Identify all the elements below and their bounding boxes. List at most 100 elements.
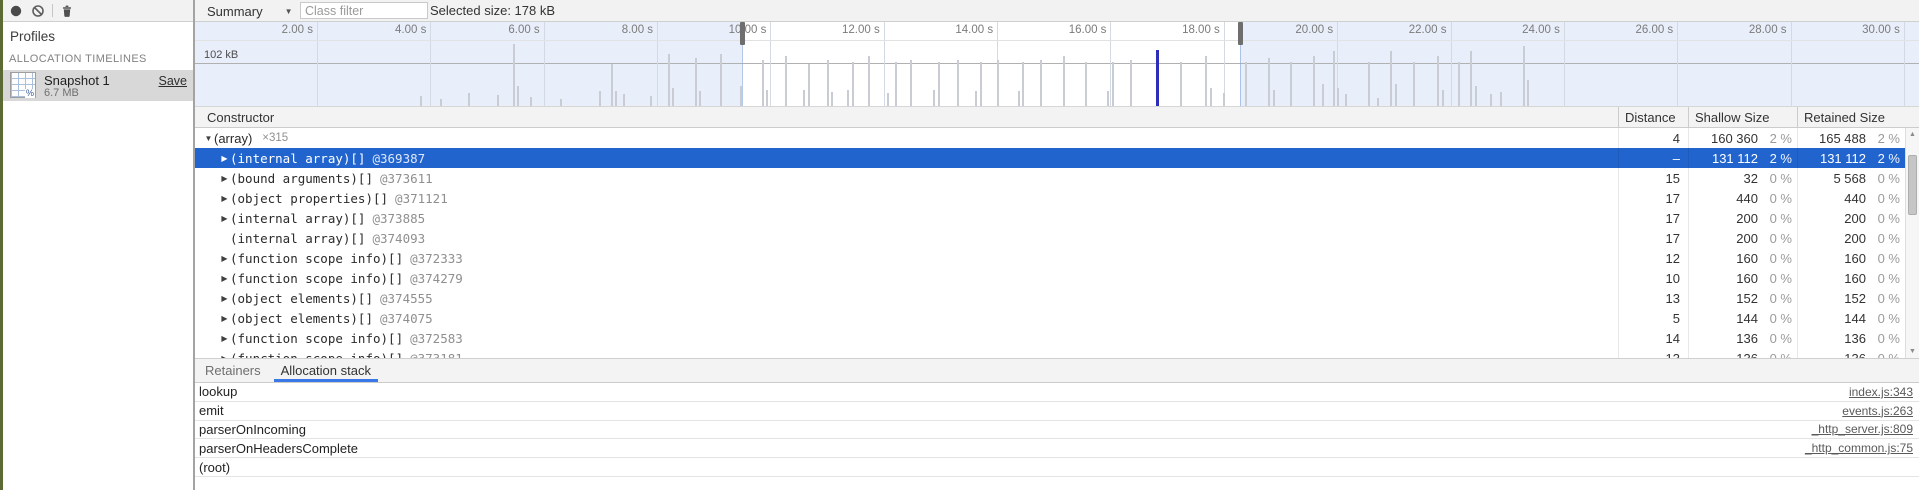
- selection-handle-line: [1240, 40, 1241, 106]
- toolbar-separator: [52, 4, 53, 17]
- table-row[interactable]: ▼(array)×3154160 3602 %165 4882 %: [195, 128, 1919, 148]
- tab-allocation-stack[interactable]: Allocation stack: [271, 359, 381, 382]
- source-link[interactable]: index.js:343: [1849, 385, 1913, 399]
- allocation-bar: [1523, 46, 1525, 106]
- timeline-gridline: [317, 22, 318, 106]
- shallow-size-value: 32: [1689, 171, 1758, 186]
- table-row[interactable]: (internal array)[]@374093172000 %2000 %: [195, 228, 1919, 248]
- expander-icon[interactable]: ▶: [219, 214, 230, 223]
- table-row[interactable]: ▶(object properties)[]@371121174400 %440…: [195, 188, 1919, 208]
- allocation-bar: [699, 91, 701, 106]
- retained-size-value: 440: [1798, 191, 1866, 206]
- shallow-size-percent: 0 %: [1758, 251, 1792, 266]
- scroll-down-icon[interactable]: ▼: [1906, 348, 1919, 355]
- chevron-down-icon: ▼: [285, 7, 293, 16]
- retained-size-cell: 1600 %: [1797, 268, 1905, 288]
- save-link[interactable]: Save: [159, 74, 188, 88]
- distance-cell: 5: [1618, 308, 1688, 328]
- allocation-bar: [623, 94, 625, 106]
- view-mode-select[interactable]: Summary ▼: [207, 0, 293, 22]
- expander-icon[interactable]: ▶: [219, 294, 230, 303]
- retained-size-value: 200: [1798, 231, 1866, 246]
- table-row[interactable]: ▶(bound arguments)[]@37361115320 %5 5680…: [195, 168, 1919, 188]
- scroll-up-icon[interactable]: ▲: [1906, 131, 1919, 138]
- selected-size-label: Selected size: 178 kB: [430, 0, 555, 22]
- shallow-size-value: 152: [1689, 291, 1758, 306]
- allocation-bar: [1395, 84, 1397, 106]
- tab-retainers[interactable]: Retainers: [195, 359, 271, 382]
- allocation-bar: [611, 64, 613, 106]
- shallow-size-cell: 160 3602 %: [1688, 128, 1797, 148]
- timeline-gridline: [770, 22, 771, 106]
- stack-function-name: lookup: [199, 384, 1849, 399]
- toolbar: Summary ▼ Selected size: 178 kB: [0, 0, 1919, 22]
- allocation-bar: [468, 93, 470, 106]
- selection-handle-right[interactable]: [1238, 22, 1243, 45]
- source-link[interactable]: _http_common.js:75: [1805, 441, 1913, 455]
- shallow-size-percent: 0 %: [1758, 271, 1792, 286]
- allocation-bar: [513, 44, 515, 106]
- constructor-name: (array): [214, 131, 252, 146]
- allocation-bar: [1022, 62, 1024, 106]
- object-id: @374279: [410, 271, 463, 286]
- expander-icon[interactable]: ▶: [219, 194, 230, 203]
- expander-icon[interactable]: ▼: [203, 134, 214, 143]
- expander-icon[interactable]: ▶: [219, 274, 230, 283]
- clear-button[interactable]: [29, 2, 47, 20]
- allocation-timeline-chart[interactable]: 102 kB 2.00 s4.00 s6.00 s8.00 s10.00 s12…: [195, 22, 1919, 106]
- constructor-cell: ▶(function scope info)[]@374279: [195, 268, 1618, 288]
- column-header-distance[interactable]: Distance: [1618, 107, 1688, 127]
- retained-size-value: 160: [1798, 251, 1866, 266]
- time-tick-label: 8.00 s: [553, 24, 653, 36]
- allocation-bar: [1040, 60, 1042, 106]
- table-row[interactable]: ▶(object elements)[]@37407551440 %1440 %: [195, 308, 1919, 328]
- timeline-gridline: [1451, 22, 1452, 106]
- column-header-shallow-size[interactable]: Shallow Size: [1688, 107, 1797, 127]
- timeline-gridline: [1677, 22, 1678, 106]
- retained-size-percent: 0 %: [1866, 211, 1900, 226]
- retained-size-cell: 4400 %: [1797, 188, 1905, 208]
- table-row[interactable]: ▶(function scope info)[]@373181131360 %1…: [195, 348, 1919, 358]
- table-row[interactable]: ▶(object elements)[]@374555131520 %1520 …: [195, 288, 1919, 308]
- time-tick-label: 26.00 s: [1573, 24, 1673, 36]
- allocation-bar: [1337, 88, 1339, 106]
- retained-size-value: 144: [1798, 311, 1866, 326]
- allocation-bar: [910, 60, 912, 106]
- expander-icon[interactable]: ▶: [219, 254, 230, 263]
- table-row[interactable]: ▶(function scope info)[]@372583141360 %1…: [195, 328, 1919, 348]
- allocation-bar: [1527, 80, 1529, 106]
- expander-icon[interactable]: ▶: [219, 314, 230, 323]
- vertical-scrollbar[interactable]: ▲ ▼: [1905, 128, 1919, 358]
- expander-icon[interactable]: ▶: [219, 154, 230, 163]
- expander-icon[interactable]: ▶: [219, 174, 230, 183]
- shallow-size-percent: 2 %: [1758, 151, 1792, 166]
- constructor-cell: (internal array)[]@374093: [195, 228, 1618, 248]
- constructor-name: (bound arguments)[]: [230, 171, 373, 186]
- stack-frame-row: lookupindex.js:343: [195, 383, 1919, 402]
- allocation-bar: [808, 64, 810, 106]
- scrollbar-thumb[interactable]: [1908, 155, 1917, 215]
- allocation-bar: [720, 54, 722, 106]
- column-header-retained-size[interactable]: Retained Size: [1797, 107, 1905, 127]
- expander-icon[interactable]: ▶: [219, 334, 230, 343]
- table-row[interactable]: ▶(function scope info)[]@374279101600 %1…: [195, 268, 1919, 288]
- retained-size-percent: 0 %: [1866, 331, 1900, 346]
- class-filter-input[interactable]: [300, 2, 428, 19]
- column-header-constructor[interactable]: Constructor: [195, 107, 1618, 127]
- delete-profile-button[interactable]: [58, 2, 76, 20]
- shallow-size-percent: 0 %: [1758, 291, 1792, 306]
- record-button[interactable]: [7, 2, 25, 20]
- source-link[interactable]: events.js:263: [1842, 404, 1913, 418]
- retained-size-percent: 0 %: [1866, 231, 1900, 246]
- table-row[interactable]: ▶(function scope info)[]@372333121600 %1…: [195, 248, 1919, 268]
- allocation-bar: [1345, 94, 1347, 106]
- table-row[interactable]: ▶(internal array)[]@373885172000 %2000 %: [195, 208, 1919, 228]
- time-tick-label: 10.00 s: [666, 24, 766, 36]
- source-link[interactable]: _http_server.js:809: [1812, 422, 1913, 436]
- sidebar-item-snapshot[interactable]: % Snapshot 1 6.7 MB Save: [0, 70, 193, 101]
- selection-handle-left[interactable]: [740, 22, 745, 45]
- stack-frame-row: (root): [195, 458, 1919, 477]
- table-row[interactable]: ▶(internal array)[]@369387–131 1122 %131…: [195, 148, 1919, 168]
- timeline-gridline: [657, 22, 658, 106]
- time-tick-label: 28.00 s: [1687, 24, 1787, 36]
